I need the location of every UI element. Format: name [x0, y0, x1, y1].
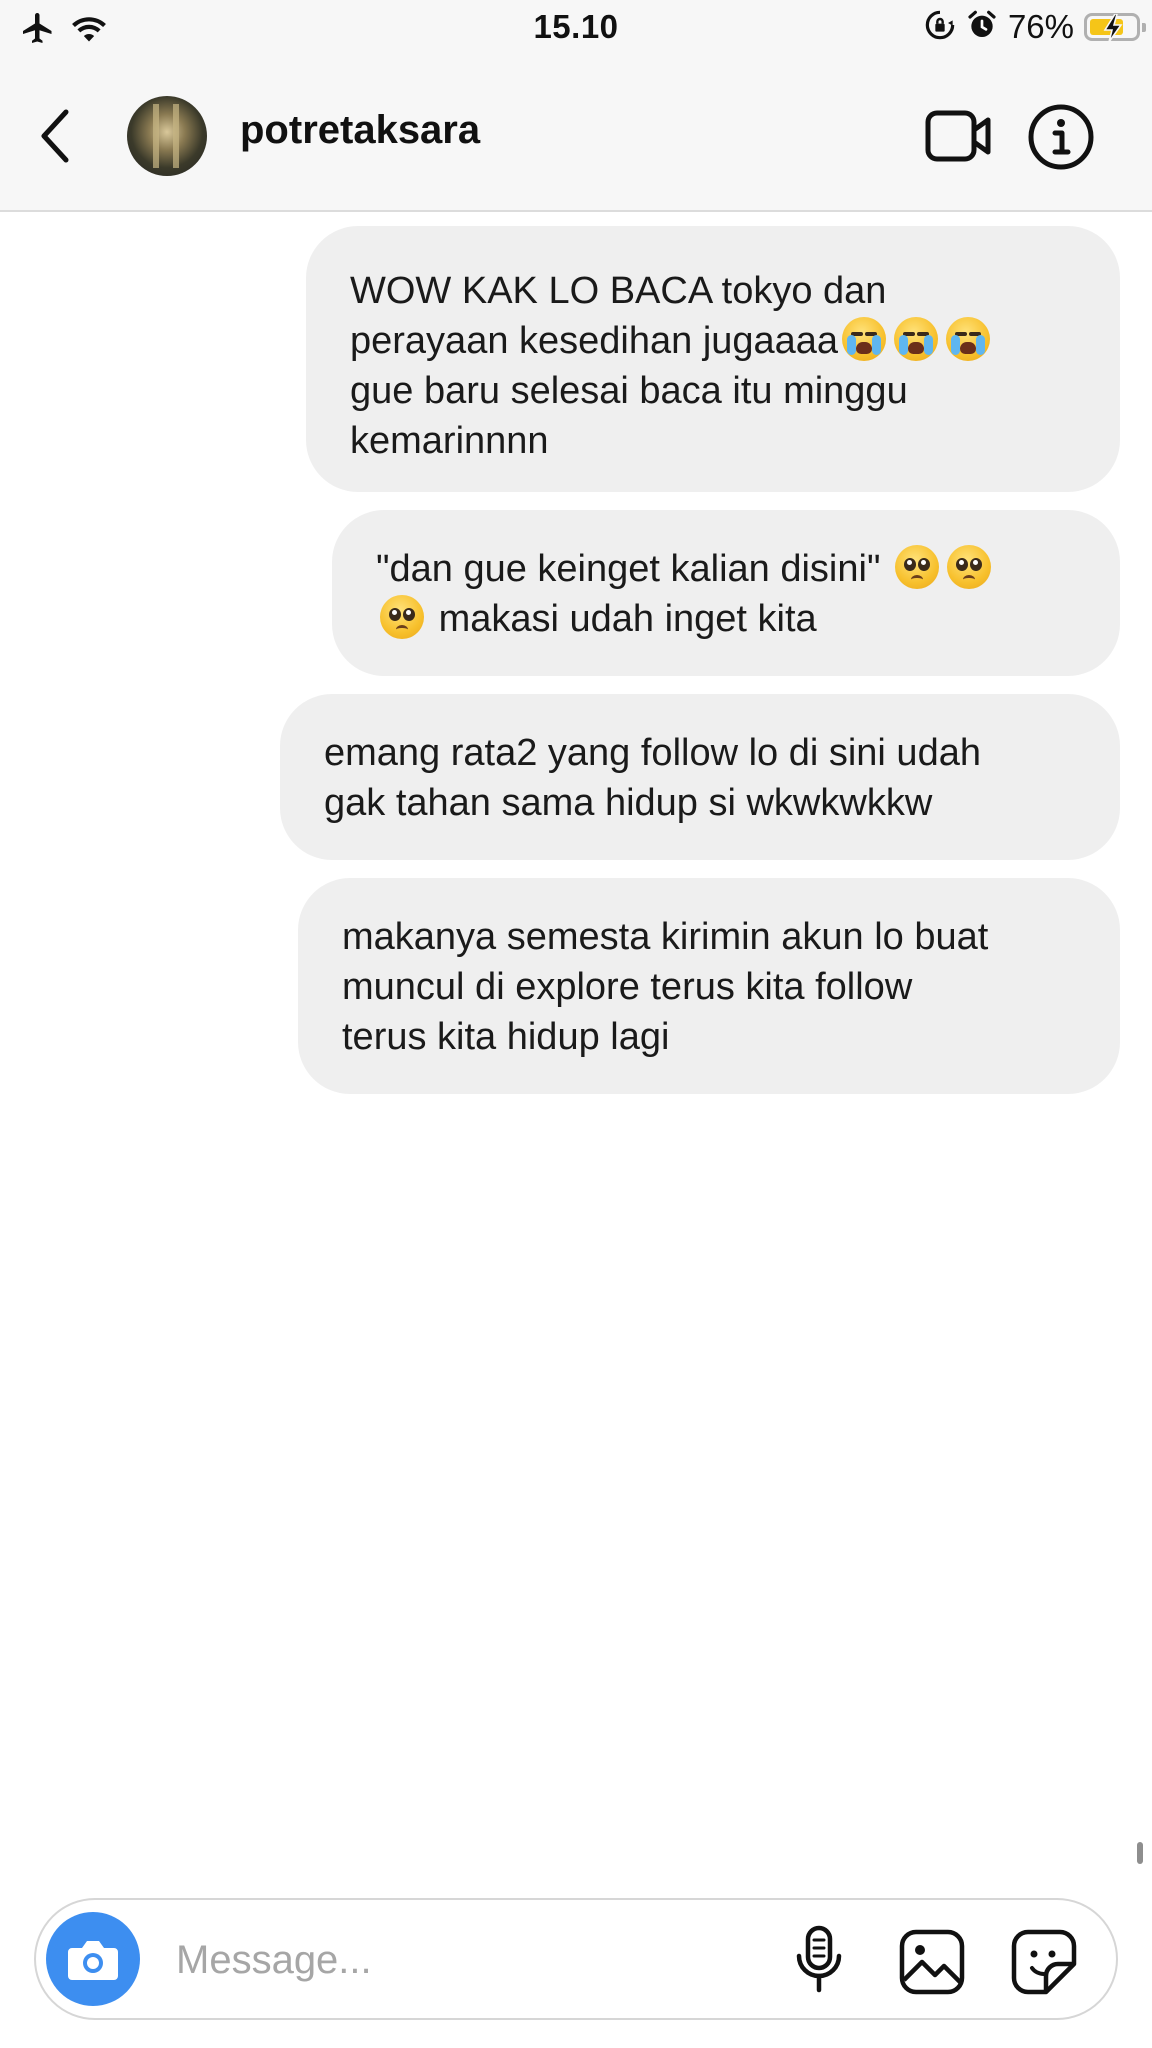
avatar[interactable]	[127, 96, 207, 176]
battery-percent: 76%	[1007, 8, 1074, 45]
loudly-crying-face-emoji	[842, 317, 887, 361]
camera-icon	[68, 1941, 118, 1980]
message-input[interactable]	[174, 1930, 778, 1990]
message-text: makasi udah inget kita	[438, 598, 817, 640]
message-line: perayaan kesedihan jugaaaa	[350, 316, 1076, 366]
message-line: gak tahan sama hidup si wkwkwkkw	[324, 782, 933, 824]
message-bubble[interactable]: "dan gue keinget kalian disini" makasi u…	[332, 510, 1120, 676]
message-text: perayaan kesedihan jugaaaa	[350, 320, 839, 362]
charging-bolt-icon	[1103, 14, 1123, 42]
message-bubble[interactable]: makanya semesta kirimin akun lo buat mun…	[298, 878, 1120, 1094]
alarm-icon	[966, 9, 998, 46]
back-chevron-icon	[41, 109, 69, 163]
microphone-icon	[796, 1925, 842, 1993]
chat-header: potretaksara	[0, 62, 1152, 212]
pleading-face-emoji	[380, 595, 424, 639]
video-call-icon	[925, 110, 991, 162]
message-line: WOW KAK LO BACA tokyo dan	[350, 270, 887, 312]
pleading-face-emoji	[947, 545, 991, 589]
message-line: kemarinnnn	[350, 420, 549, 462]
loudly-crying-face-emoji	[946, 317, 991, 361]
message-bubble[interactable]: emang rata2 yang follow lo di sini udah …	[280, 694, 1120, 860]
message-composer	[34, 1898, 1118, 2020]
status-right: 76%	[924, 8, 1146, 46]
info-button[interactable]	[1026, 102, 1096, 172]
microphone-button[interactable]	[792, 1924, 846, 1996]
message-line: gue baru selesai baca itu minggu	[350, 370, 908, 412]
sticker-icon	[1011, 1929, 1077, 1995]
info-icon	[1028, 104, 1094, 170]
message-line: emang rata2 yang follow lo di sini udah	[324, 732, 981, 774]
avatar-detail	[153, 104, 159, 168]
loudly-crying-face-emoji	[894, 317, 939, 361]
scrollbar[interactable]	[1137, 1842, 1143, 1864]
gallery-button[interactable]	[898, 1928, 966, 1996]
message-bubble[interactable]: WOW KAK LO BACA tokyo dan perayaan kesed…	[306, 226, 1120, 492]
back-button[interactable]	[36, 106, 76, 166]
avatar-detail	[173, 104, 179, 168]
message-line: "dan gue keinget kalian disini"	[376, 544, 1076, 594]
message-line: muncul di explore terus kita follow	[342, 966, 913, 1008]
message-line: makasi udah inget kita	[376, 594, 1076, 644]
message-text: "dan gue keinget kalian disini"	[376, 548, 881, 590]
username[interactable]: potretaksara	[240, 108, 480, 153]
message-line: makanya semesta kirimin akun lo buat	[342, 916, 989, 958]
gallery-icon	[899, 1929, 965, 1995]
camera-button[interactable]	[46, 1912, 140, 2006]
video-call-button[interactable]	[924, 106, 994, 166]
pleading-face-emoji	[895, 545, 939, 589]
battery-nub	[1142, 23, 1146, 32]
dm-thread-screen: 15.10 76% potretaksara WOW KAK LO BACA t…	[0, 0, 1152, 2048]
status-bar: 15.10 76%	[0, 0, 1152, 62]
orientation-lock-icon	[924, 9, 956, 46]
battery-charging-icon	[1084, 13, 1146, 42]
sticker-button[interactable]	[1010, 1928, 1078, 1996]
message-line: terus kita hidup lagi	[342, 1016, 670, 1058]
